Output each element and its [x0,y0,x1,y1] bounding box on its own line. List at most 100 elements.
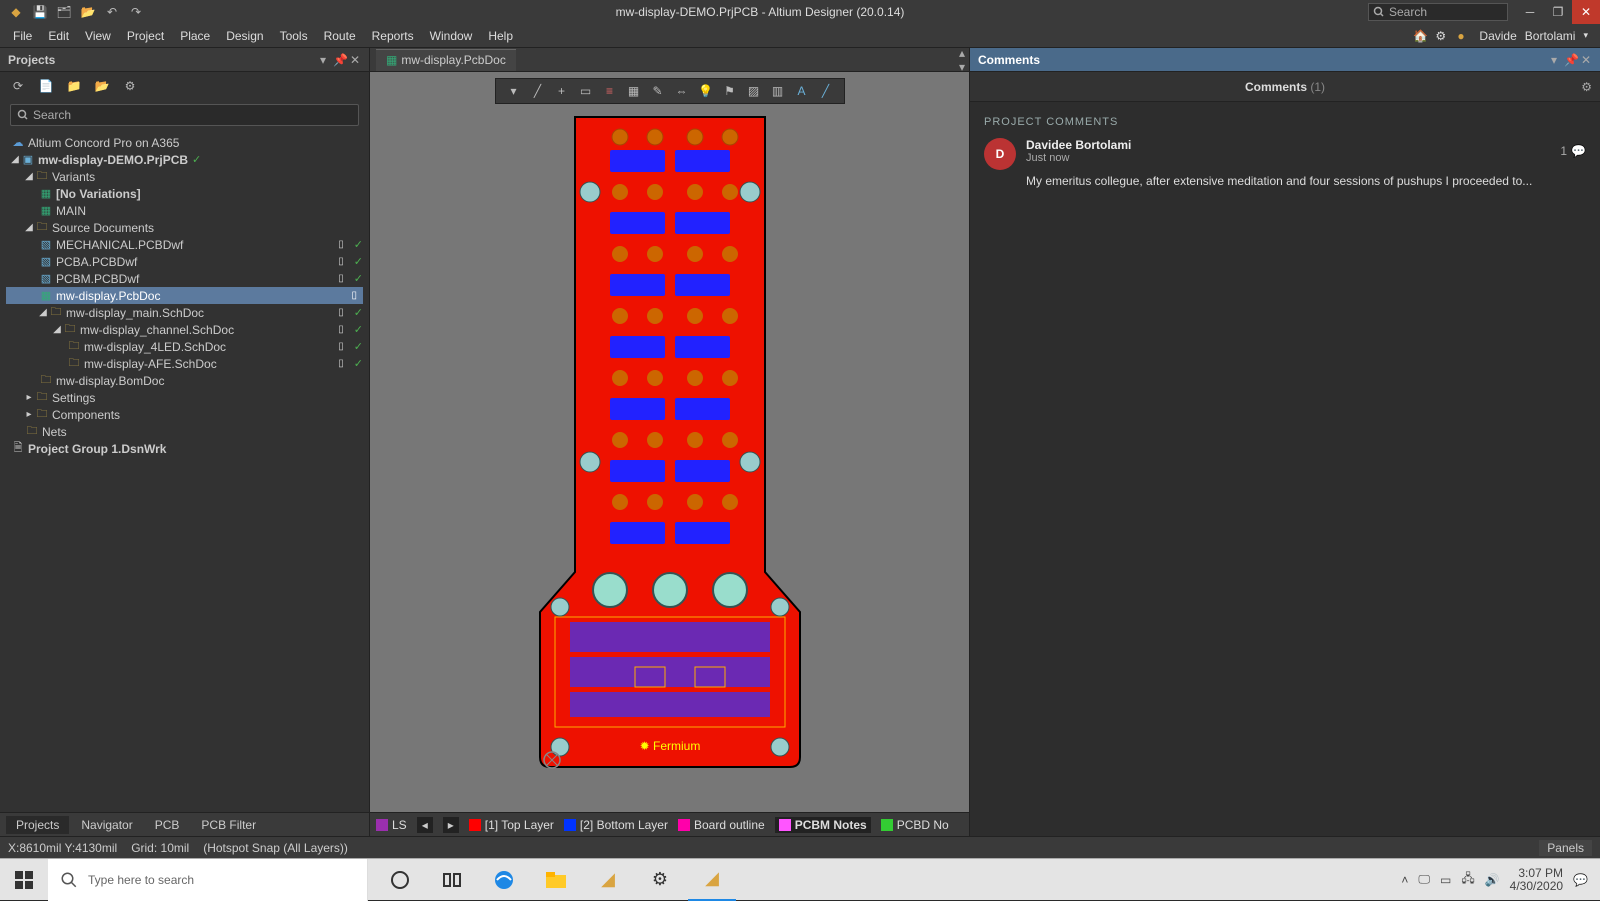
tray-volume-icon[interactable]: 🔊 [1485,873,1500,887]
tree-project-group[interactable]: 🗎Project Group 1.DsnWrk [6,440,363,457]
save-icon[interactable]: 💾 [32,4,48,20]
collapse-icon[interactable]: ◢ [52,324,62,335]
menu-design[interactable]: Design [219,27,270,45]
tree-no-variations[interactable]: ▦[No Variations] [6,185,363,202]
document-tab-pcbdoc[interactable]: ▦ mw-display.PcbDoc [376,49,516,71]
redo-icon[interactable]: ↷ [128,4,144,20]
flag-icon[interactable]: ⚑ [722,84,738,98]
expand-icon[interactable]: ▸ [24,392,34,403]
menu-place[interactable]: Place [173,27,217,45]
notifications-icon[interactable]: 💬 [1573,873,1588,887]
comment-item[interactable]: D Davidee Bortolami Just now 1 💬 My emer… [984,138,1586,188]
align-icon[interactable]: ≡ [602,84,618,98]
tree-components[interactable]: ▸🗀Components [6,406,363,423]
layer-prev-icon[interactable]: ◂ [417,817,433,833]
layer-next-icon[interactable]: ▸ [443,817,459,833]
collapse-icon[interactable]: ◢ [38,307,48,318]
altium-active-icon[interactable]: ◢ [688,859,736,901]
tree-source-docs[interactable]: ◢🗀Source Documents [6,219,363,236]
maximize-button[interactable]: ❐ [1544,0,1572,24]
menu-view[interactable]: View [78,27,118,45]
layer-pcbd[interactable]: PCBD No [881,818,949,832]
tree-cloud-root[interactable]: ☁Altium Concord Pro on A365 [6,134,363,151]
tab-projects[interactable]: Projects [6,816,69,834]
menu-window[interactable]: Window [423,27,480,45]
panel-pin-icon[interactable]: 📌 [1564,53,1576,67]
tree-main-variant[interactable]: ▦MAIN [6,202,363,219]
panel-close-icon[interactable]: ✕ [1580,53,1592,67]
open-icon[interactable]: 📂 [80,4,96,20]
user-avatar-icon[interactable]: ● [1457,29,1471,43]
taskbar-search[interactable]: Type here to search [48,859,368,901]
explorer-icon[interactable] [532,859,580,901]
home-icon[interactable]: 🏠 [1413,29,1427,43]
report-icon[interactable]: ▥ [770,84,786,98]
tree-file-chsch[interactable]: ◢🗀mw-display_channel.SchDoc▯✓ [6,321,363,338]
menu-route[interactable]: Route [317,27,363,45]
tray-display-icon[interactable]: 🖵 [1418,872,1430,887]
menu-help[interactable]: Help [481,27,520,45]
minimize-button[interactable]: ─ [1516,0,1544,24]
tree-file-mechanical[interactable]: ▧MECHANICAL.PCBDwf▯✓ [6,236,363,253]
settings-app-icon[interactable]: ⚙ [636,859,684,901]
collapse-icon[interactable]: ◢ [24,171,34,182]
lightbulb-icon[interactable]: 💡 [698,84,714,98]
saveall-icon[interactable]: 🗂 [56,4,72,20]
user-dropdown-icon[interactable]: ▾ [1583,30,1588,41]
panel-close-icon[interactable]: ✕ [349,53,361,67]
tab-pcbfilter[interactable]: PCB Filter [191,816,266,834]
ls-label[interactable]: LS [392,818,407,832]
text-icon[interactable]: A [794,84,810,98]
layer-top[interactable]: [1] Top Layer [469,818,554,832]
tray-chevron-icon[interactable]: ˄ [1401,873,1408,887]
tree-file-pcbm[interactable]: ▧PCBM.PCBDwf▯✓ [6,270,363,287]
start-button[interactable] [0,859,48,901]
edge-icon[interactable] [480,859,528,901]
tree-variants[interactable]: ◢🗀Variants [6,168,363,185]
measure-icon[interactable]: ✎ [650,84,666,98]
global-search[interactable]: Search [1368,3,1508,21]
tool-folder-icon[interactable]: 📁 [66,79,82,93]
menu-tools[interactable]: Tools [273,27,315,45]
collapse-icon[interactable]: ◢ [10,154,20,165]
layer-pcbmnotes[interactable]: PCBM Notes [775,817,871,833]
gear-icon[interactable]: ⚙ [1581,80,1592,94]
menu-edit[interactable]: Edit [41,27,76,45]
rect-icon[interactable]: ▭ [578,84,594,98]
chart-icon[interactable]: ▨ [746,84,762,98]
panel-dropdown-icon[interactable]: ▾ [1548,53,1560,67]
tree-file-pcba[interactable]: ▧PCBA.PCBDwf▯✓ [6,253,363,270]
projects-search[interactable]: Search [10,104,359,126]
tab-pcb[interactable]: PCB [145,816,190,834]
taskview-icon[interactable] [428,859,476,901]
undo-icon[interactable]: ↶ [104,4,120,20]
settings-icon[interactable]: ⚙ [1435,29,1449,43]
tree-nets[interactable]: 🗀Nets [6,423,363,440]
collapse-icon[interactable]: ◢ [24,222,34,233]
dim-icon[interactable]: ⇔ [674,84,690,98]
tab-scroll[interactable]: ▴▾ [955,46,969,74]
tree-project[interactable]: ◢▣mw-display-DEMO.PrjPCB✓ [6,151,363,168]
layer-outline[interactable]: Board outline [678,818,765,832]
tree-file-mainsch[interactable]: ◢🗀mw-display_main.SchDoc▯✓ [6,304,363,321]
altium-icon[interactable]: ◢ [584,859,632,901]
tool-sheet-icon[interactable]: 📄 [38,79,54,93]
panels-button[interactable]: Panels [1539,840,1592,856]
tab-navigator[interactable]: Navigator [71,816,142,834]
tree-file-bom[interactable]: 🗀mw-display.BomDoc [6,372,363,389]
route-icon[interactable]: ╱ [530,84,546,98]
panel-pin-icon[interactable]: 📌 [333,53,345,67]
tray-network-icon[interactable]: 🖧 [1461,869,1474,890]
tree-file-ledsch[interactable]: 🗀mw-display_4LED.SchDoc▯✓ [6,338,363,355]
via-icon[interactable]: + [554,84,570,98]
tree-file-pcbdoc[interactable]: ▦mw-display.PcbDoc▯ [6,287,363,304]
pcb-canvas[interactable]: ✹ Fermium [370,72,969,812]
line-icon[interactable]: ╱ [818,84,834,98]
refresh-icon[interactable]: ⟳ [10,79,26,93]
tree-settings[interactable]: ▸🗀Settings [6,389,363,406]
panel-dropdown-icon[interactable]: ▾ [317,53,329,67]
menu-reports[interactable]: Reports [365,27,421,45]
menu-file[interactable]: File [6,27,39,45]
tray-battery-icon[interactable]: ▭ [1440,873,1451,887]
tool-gear-icon[interactable]: ⚙ [122,79,138,93]
